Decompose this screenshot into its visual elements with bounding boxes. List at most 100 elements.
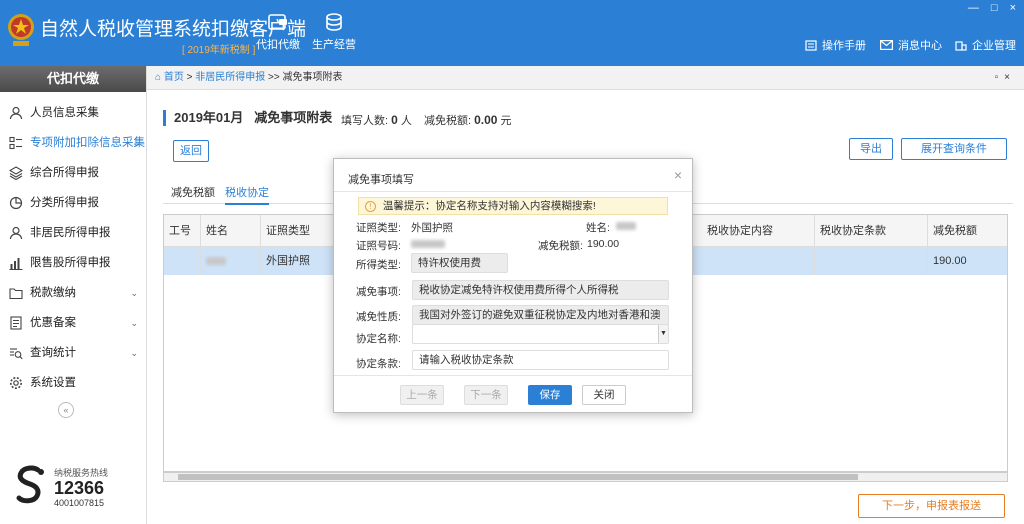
- filled-count-value: 0: [391, 113, 398, 127]
- sidebar-collapse-button[interactable]: «: [58, 402, 74, 418]
- topnav-withholding[interactable]: 代扣代缴: [253, 12, 303, 52]
- hotline-number: 12366: [54, 478, 105, 498]
- dialog-close-icon[interactable]: ×: [674, 167, 682, 183]
- bar-icon: [9, 258, 23, 270]
- horizontal-scrollbar[interactable]: [163, 472, 1008, 482]
- income-type-label: 所得类型:: [356, 259, 401, 271]
- column-header[interactable]: 税收协定内容: [702, 215, 815, 247]
- maximize-button[interactable]: □: [991, 2, 998, 14]
- tab-controls[interactable]: ▫×: [995, 66, 1016, 90]
- agreement-name-combobox[interactable]: ▼: [412, 324, 669, 344]
- agreement-clause-placeholder: 请输入税收协定条款: [419, 354, 514, 366]
- sidebar-item-system-settings[interactable]: 系统设置: [0, 368, 146, 398]
- expand-query-button[interactable]: 展开查询条件: [901, 138, 1007, 160]
- sidebar-item-personnel[interactable]: 人员信息采集: [0, 98, 146, 128]
- name-value-redacted: [616, 220, 636, 232]
- relief-entry-dialog: 减免事项填写 × ! 温馨提示：协定名称支持对输入内容模糊搜索! 证照类型: 外…: [333, 158, 693, 413]
- cell-treaty-clause: [815, 247, 928, 275]
- column-header[interactable]: 减免税额: [928, 215, 1007, 247]
- breadcrumb-separator: >>: [268, 72, 280, 83]
- relief-matter-label: 减免事项:: [356, 286, 401, 298]
- wallet-icon: [268, 14, 287, 30]
- hotline-number-secondary: 4001007815: [54, 498, 105, 508]
- next-record-button[interactable]: 下一条: [464, 385, 508, 405]
- minimize-button[interactable]: —: [968, 2, 979, 14]
- agreement-name-label: 协定名称:: [356, 333, 401, 345]
- relief-nature-value: 我国对外签订的避免双重征税协定及内地对香港和澳: [419, 309, 661, 321]
- total-relief-value: 0.00: [474, 113, 498, 127]
- sidebar-item-label: 查询统计: [30, 347, 76, 359]
- sidebar-item-restricted-stock[interactable]: 限售股所得申报: [0, 248, 146, 278]
- sidebar-item-special-deduction[interactable]: 专项附加扣除信息采集 ⌄: [0, 128, 146, 158]
- relief-nature-field: 我国对外签订的避免双重征税协定及内地对香港和澳: [412, 305, 669, 325]
- chevron-down-icon: ⌄: [130, 318, 138, 328]
- agreement-clause-input[interactable]: 请输入税收协定条款: [412, 350, 669, 370]
- sidebar-item-label: 综合所得申报: [30, 167, 99, 179]
- sidebar-item-label: 税款缴纳: [30, 287, 76, 299]
- sidebar-item-comprehensive-income[interactable]: 综合所得申报: [0, 158, 146, 188]
- cell-employee-id: [164, 247, 201, 275]
- dialog-footer-divider: [334, 375, 692, 376]
- enterprise-label: 企业管理: [972, 40, 1016, 52]
- save-button[interactable]: 保存: [528, 385, 572, 405]
- topnav-business[interactable]: 生产经营: [309, 12, 359, 52]
- pie-icon: [9, 196, 23, 210]
- back-button[interactable]: 返回: [173, 140, 209, 162]
- column-header[interactable]: 税收协定条款: [815, 215, 928, 247]
- total-relief-label: 减免税额:: [424, 115, 472, 127]
- sidebar-item-tax-payment[interactable]: 税款缴纳 ⌄: [0, 278, 146, 308]
- folder-icon: [9, 288, 23, 300]
- tab-relief-amount[interactable]: 减免税额: [171, 184, 215, 200]
- doc-icon: [10, 316, 22, 330]
- dialog-divider: [334, 191, 692, 192]
- window-controls: — □ ×: [968, 2, 1016, 14]
- breadcrumb-parent[interactable]: 非居民所得申报: [195, 72, 265, 83]
- total-relief-unit: 元: [500, 115, 512, 127]
- tab-tax-treaty[interactable]: 税收协定: [225, 184, 269, 205]
- search-tip-text: 温馨提示：协定名称支持对输入内容模糊搜索!: [382, 200, 596, 212]
- column-header[interactable]: 姓名: [201, 215, 261, 247]
- chevron-down-icon: ⌄: [132, 138, 140, 148]
- sidebar-item-query-statistics[interactable]: 查询统计 ⌄: [0, 338, 146, 368]
- home-icon[interactable]: ⌂: [155, 72, 161, 83]
- message-center-label: 消息中心: [898, 40, 942, 52]
- name-label: 姓名:: [586, 222, 610, 234]
- income-type-value: 特许权使用费: [418, 257, 481, 269]
- sidebar: 代扣代缴 人员信息采集 专项附加扣除信息采集 ⌄ 综合所得申报 分类所得申报 非…: [0, 66, 147, 524]
- export-button[interactable]: 导出: [849, 138, 893, 160]
- manual-label: 操作手册: [822, 40, 866, 52]
- message-center-link[interactable]: 消息中心: [880, 37, 942, 53]
- window-close-button[interactable]: ×: [1010, 2, 1016, 14]
- sidebar-item-preferential-filing[interactable]: 优惠备案 ⌄: [0, 308, 146, 338]
- chevron-down-icon: ⌄: [130, 348, 138, 358]
- dropdown-arrow-icon[interactable]: ▼: [658, 325, 668, 343]
- page-title-period: 2019年01月: [174, 110, 244, 125]
- topnav-label: 代扣代缴: [256, 39, 300, 51]
- column-header[interactable]: 工号: [164, 215, 201, 247]
- enterprise-link[interactable]: 企业管理: [955, 37, 1016, 53]
- person-icon: [9, 106, 23, 120]
- previous-record-button[interactable]: 上一条: [400, 385, 444, 405]
- sidebar-item-label: 非居民所得申报: [30, 227, 111, 239]
- manual-icon: [805, 39, 817, 51]
- id-number-label: 证照号码:: [356, 240, 401, 252]
- relief-nature-label: 减免性质:: [356, 311, 401, 323]
- app-subtitle: [ 2019年新税制 ]: [182, 45, 256, 56]
- close-button[interactable]: 关闭: [582, 385, 626, 405]
- manual-link[interactable]: 操作手册: [805, 37, 866, 53]
- service-hotline: 纳税服务热线 12366 4001007815: [12, 464, 142, 514]
- sidebar-item-label: 系统设置: [30, 377, 76, 389]
- person-icon: [9, 226, 23, 240]
- sidebar-item-nonresident-income[interactable]: 非居民所得申报: [0, 218, 146, 248]
- cell-relief-amount: 190.00: [933, 255, 967, 267]
- next-step-submit-button[interactable]: 下一步，申报表报送: [858, 494, 1005, 518]
- sidebar-item-category-income[interactable]: 分类所得申报: [0, 188, 146, 218]
- sidebar-item-label: 优惠备案: [30, 317, 76, 329]
- list-icon: [9, 136, 22, 150]
- income-type-select[interactable]: 特许权使用费: [411, 253, 508, 273]
- coins-icon: [326, 13, 342, 31]
- warning-icon: !: [365, 201, 376, 212]
- breadcrumb-home[interactable]: 首页: [164, 72, 184, 83]
- scrollbar-thumb[interactable]: [178, 474, 858, 480]
- total-relief-amount: 减免税额: 0.00 元: [424, 112, 512, 128]
